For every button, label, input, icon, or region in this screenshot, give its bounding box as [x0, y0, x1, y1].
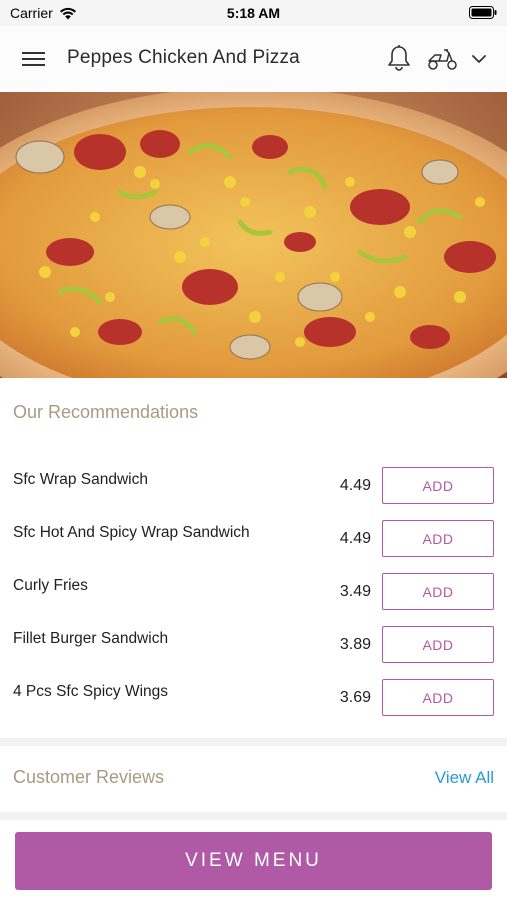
item-price: 4.49 — [339, 477, 371, 494]
item-name: Fillet Burger Sandwich — [13, 630, 169, 647]
hero-pizza-image — [0, 92, 507, 378]
view-all-link[interactable]: View All — [435, 768, 494, 788]
item-price: 3.89 — [339, 636, 371, 653]
list-item: Sfc Wrap Sandwich 4.49 ADD — [0, 467, 507, 520]
item-price: 3.49 — [339, 583, 371, 600]
view-menu-button[interactable]: VIEW MENU — [15, 832, 492, 890]
status-time: 5:18 AM — [226, 5, 281, 21]
add-button[interactable]: ADD — [382, 679, 494, 716]
item-price: 3.69 — [339, 689, 371, 706]
app-header: Peppes Chicken And Pizza — [0, 26, 507, 92]
add-button[interactable]: ADD — [382, 467, 494, 504]
chevron-down-icon[interactable] — [470, 50, 488, 68]
section-divider — [0, 812, 507, 820]
add-button[interactable]: ADD — [382, 520, 494, 557]
pizza-illustration — [0, 92, 507, 378]
item-name: 4 Pcs Sfc Spicy Wings — [13, 683, 169, 700]
list-item: Curly Fries 3.49 ADD — [0, 573, 507, 626]
add-button[interactable]: ADD — [382, 626, 494, 663]
recommendations-title: Our Recommendations — [13, 402, 199, 422]
scooter-icon[interactable] — [427, 46, 459, 72]
list-item: Fillet Burger Sandwich 3.89 ADD — [0, 626, 507, 679]
item-name: Sfc Wrap Sandwich — [13, 471, 148, 488]
add-button[interactable]: ADD — [382, 573, 494, 610]
battery-icon — [469, 6, 497, 19]
item-price: 4.49 — [339, 530, 371, 547]
list-item: Sfc Hot And Spicy Wrap Sandwich 4.49 ADD — [0, 520, 507, 573]
menu-icon[interactable] — [22, 48, 46, 70]
item-name: Curly Fries — [13, 577, 88, 594]
footer: VIEW MENU — [0, 820, 507, 900]
page-title: Peppes Chicken And Pizza — [67, 47, 300, 68]
list-item: 4 Pcs Sfc Spicy Wings 3.69 ADD — [0, 679, 507, 732]
section-divider — [0, 738, 507, 746]
bell-icon[interactable] — [386, 44, 412, 72]
status-bar: Carrier 5:18 AM — [0, 0, 507, 26]
item-name: Sfc Hot And Spicy Wrap Sandwich — [13, 524, 250, 541]
reviews-title: Customer Reviews — [13, 767, 165, 787]
